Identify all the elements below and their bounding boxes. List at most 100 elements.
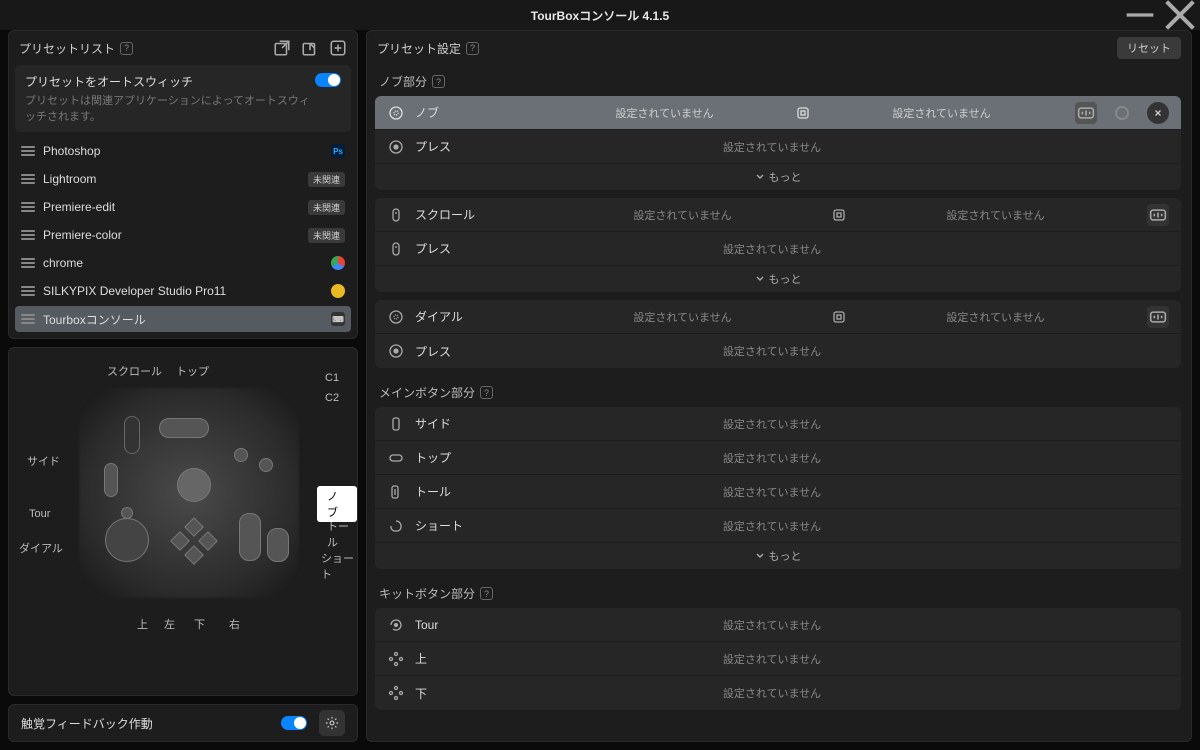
- label-down: 下: [194, 616, 205, 632]
- preset-item[interactable]: Premiere-color未関連: [15, 222, 351, 248]
- expand-more[interactable]: もっと: [375, 164, 1181, 190]
- slot-single[interactable]: 設定されていません: [545, 416, 999, 432]
- help-icon[interactable]: ?: [432, 75, 445, 88]
- hud-icon[interactable]: [1075, 102, 1097, 124]
- preset-item[interactable]: PhotoshopPs: [15, 138, 351, 164]
- slot-single[interactable]: 設定されていません: [545, 343, 999, 359]
- help-icon[interactable]: ?: [466, 42, 479, 55]
- press-icon: [387, 138, 405, 156]
- mapping-row[interactable]: サイド設定されていません: [375, 407, 1181, 441]
- reset-button[interactable]: リセット: [1117, 37, 1181, 59]
- slot-left[interactable]: 設定されていません: [545, 105, 784, 121]
- mapping-row[interactable]: ショート設定されていません: [375, 509, 1181, 543]
- expand-more[interactable]: もっと: [375, 543, 1181, 569]
- label-c2: C2: [325, 392, 339, 404]
- drag-handle-icon[interactable]: [21, 258, 35, 268]
- row-label: 上: [415, 650, 535, 667]
- slot-sep-icon: [830, 308, 848, 326]
- app-icon: [331, 284, 345, 298]
- section-title: キットボタン部分?: [367, 577, 1189, 608]
- tour-icon: [387, 616, 405, 634]
- dpad-icon: [387, 684, 405, 702]
- label-short: ショート: [321, 550, 357, 582]
- drag-handle-icon[interactable]: [21, 202, 35, 212]
- device-short: [267, 528, 289, 562]
- drag-handle-icon[interactable]: [21, 230, 35, 240]
- slot-single[interactable]: 設定されていません: [545, 139, 999, 155]
- option-toggle[interactable]: [1111, 102, 1133, 124]
- slot-single[interactable]: 設定されていません: [545, 685, 999, 701]
- mapping-row[interactable]: ノブ設定されていません設定されていません: [375, 96, 1181, 130]
- drag-handle-icon[interactable]: [21, 174, 35, 184]
- mapping-row[interactable]: ダイアル設定されていません設定されていません: [375, 300, 1181, 334]
- mapping-row[interactable]: 下設定されていません: [375, 676, 1181, 710]
- preset-name: Tourboxコンソール: [43, 311, 323, 328]
- mapping-row[interactable]: Tour設定されていません: [375, 608, 1181, 642]
- help-icon[interactable]: ?: [480, 386, 493, 399]
- mapping-row[interactable]: 上設定されていません: [375, 642, 1181, 676]
- device-c1: [234, 448, 248, 462]
- import-icon[interactable]: [301, 39, 319, 57]
- expand-more[interactable]: もっと: [375, 266, 1181, 292]
- mapping-row[interactable]: プレス設定されていません: [375, 130, 1181, 164]
- device-tour: [121, 507, 133, 519]
- mapping-row[interactable]: プレス設定されていません: [375, 232, 1181, 266]
- minimize-button[interactable]: [1120, 0, 1160, 30]
- clear-icon[interactable]: [1147, 102, 1169, 124]
- row-label: 下: [415, 685, 535, 702]
- row-label: ショート: [415, 517, 535, 534]
- label-right: 右: [229, 616, 240, 632]
- dpad-icon: [387, 650, 405, 668]
- autoswitch-title: プリセットをオートスウィッチ: [25, 73, 315, 90]
- preset-item[interactable]: Lightroom未関連: [15, 166, 351, 192]
- preset-item[interactable]: Tourboxコンソール⌨: [15, 306, 351, 332]
- slot-single[interactable]: 設定されていません: [545, 518, 999, 534]
- slot-single[interactable]: 設定されていません: [545, 484, 999, 500]
- help-icon[interactable]: ?: [120, 42, 133, 55]
- slot-single[interactable]: 設定されていません: [545, 617, 999, 633]
- label-c1: C1: [325, 372, 339, 384]
- device-top-button: [159, 418, 209, 438]
- label-tour: Tour: [29, 508, 50, 520]
- slot-right[interactable]: 設定されていません: [858, 207, 1133, 223]
- drag-handle-icon[interactable]: [21, 286, 35, 296]
- mapping-row[interactable]: プレス設定されていません: [375, 334, 1181, 368]
- label-left: 左: [164, 616, 175, 632]
- slot-left[interactable]: 設定されていません: [545, 309, 820, 325]
- preset-item[interactable]: SILKYPIX Developer Studio Pro11: [15, 278, 351, 304]
- hud-icon[interactable]: [1147, 306, 1169, 328]
- autoswitch-toggle[interactable]: [315, 73, 341, 87]
- label-tall: トール: [327, 518, 357, 550]
- add-preset-icon[interactable]: [329, 39, 347, 57]
- drag-handle-icon[interactable]: [21, 314, 35, 324]
- slot-sep-icon: [830, 206, 848, 224]
- unlinked-badge: 未関連: [308, 200, 345, 215]
- settings-gear-icon[interactable]: [319, 710, 345, 736]
- hud-icon[interactable]: [1147, 204, 1169, 226]
- label-side: サイド: [27, 453, 60, 469]
- mapping-row[interactable]: スクロール設定されていません設定されていません: [375, 198, 1181, 232]
- preset-item[interactable]: Premiere-edit未関連: [15, 194, 351, 220]
- preset-item[interactable]: chrome: [15, 250, 351, 276]
- device-tall: [239, 513, 261, 561]
- slot-right[interactable]: 設定されていません: [858, 309, 1133, 325]
- drag-handle-icon[interactable]: [21, 146, 35, 156]
- mapping-row[interactable]: トール設定されていません: [375, 475, 1181, 509]
- slot-single[interactable]: 設定されていません: [545, 651, 999, 667]
- slot-right[interactable]: 設定されていません: [822, 105, 1061, 121]
- export-icon[interactable]: [273, 39, 291, 57]
- close-button[interactable]: [1160, 0, 1200, 30]
- haptic-toggle[interactable]: [281, 716, 307, 730]
- section-title: メインボタン部分?: [367, 376, 1189, 407]
- row-label: プレス: [415, 138, 535, 155]
- slot-single[interactable]: 設定されていません: [545, 450, 999, 466]
- slot-single[interactable]: 設定されていません: [545, 241, 999, 257]
- row-label: ノブ: [415, 104, 535, 121]
- tall-icon: [387, 483, 405, 501]
- slot-left[interactable]: 設定されていません: [545, 207, 820, 223]
- preset-name: Lightroom: [43, 172, 300, 186]
- app-icon: Ps: [331, 144, 345, 158]
- top-icon: [387, 449, 405, 467]
- mapping-row[interactable]: トップ設定されていません: [375, 441, 1181, 475]
- help-icon[interactable]: ?: [480, 587, 493, 600]
